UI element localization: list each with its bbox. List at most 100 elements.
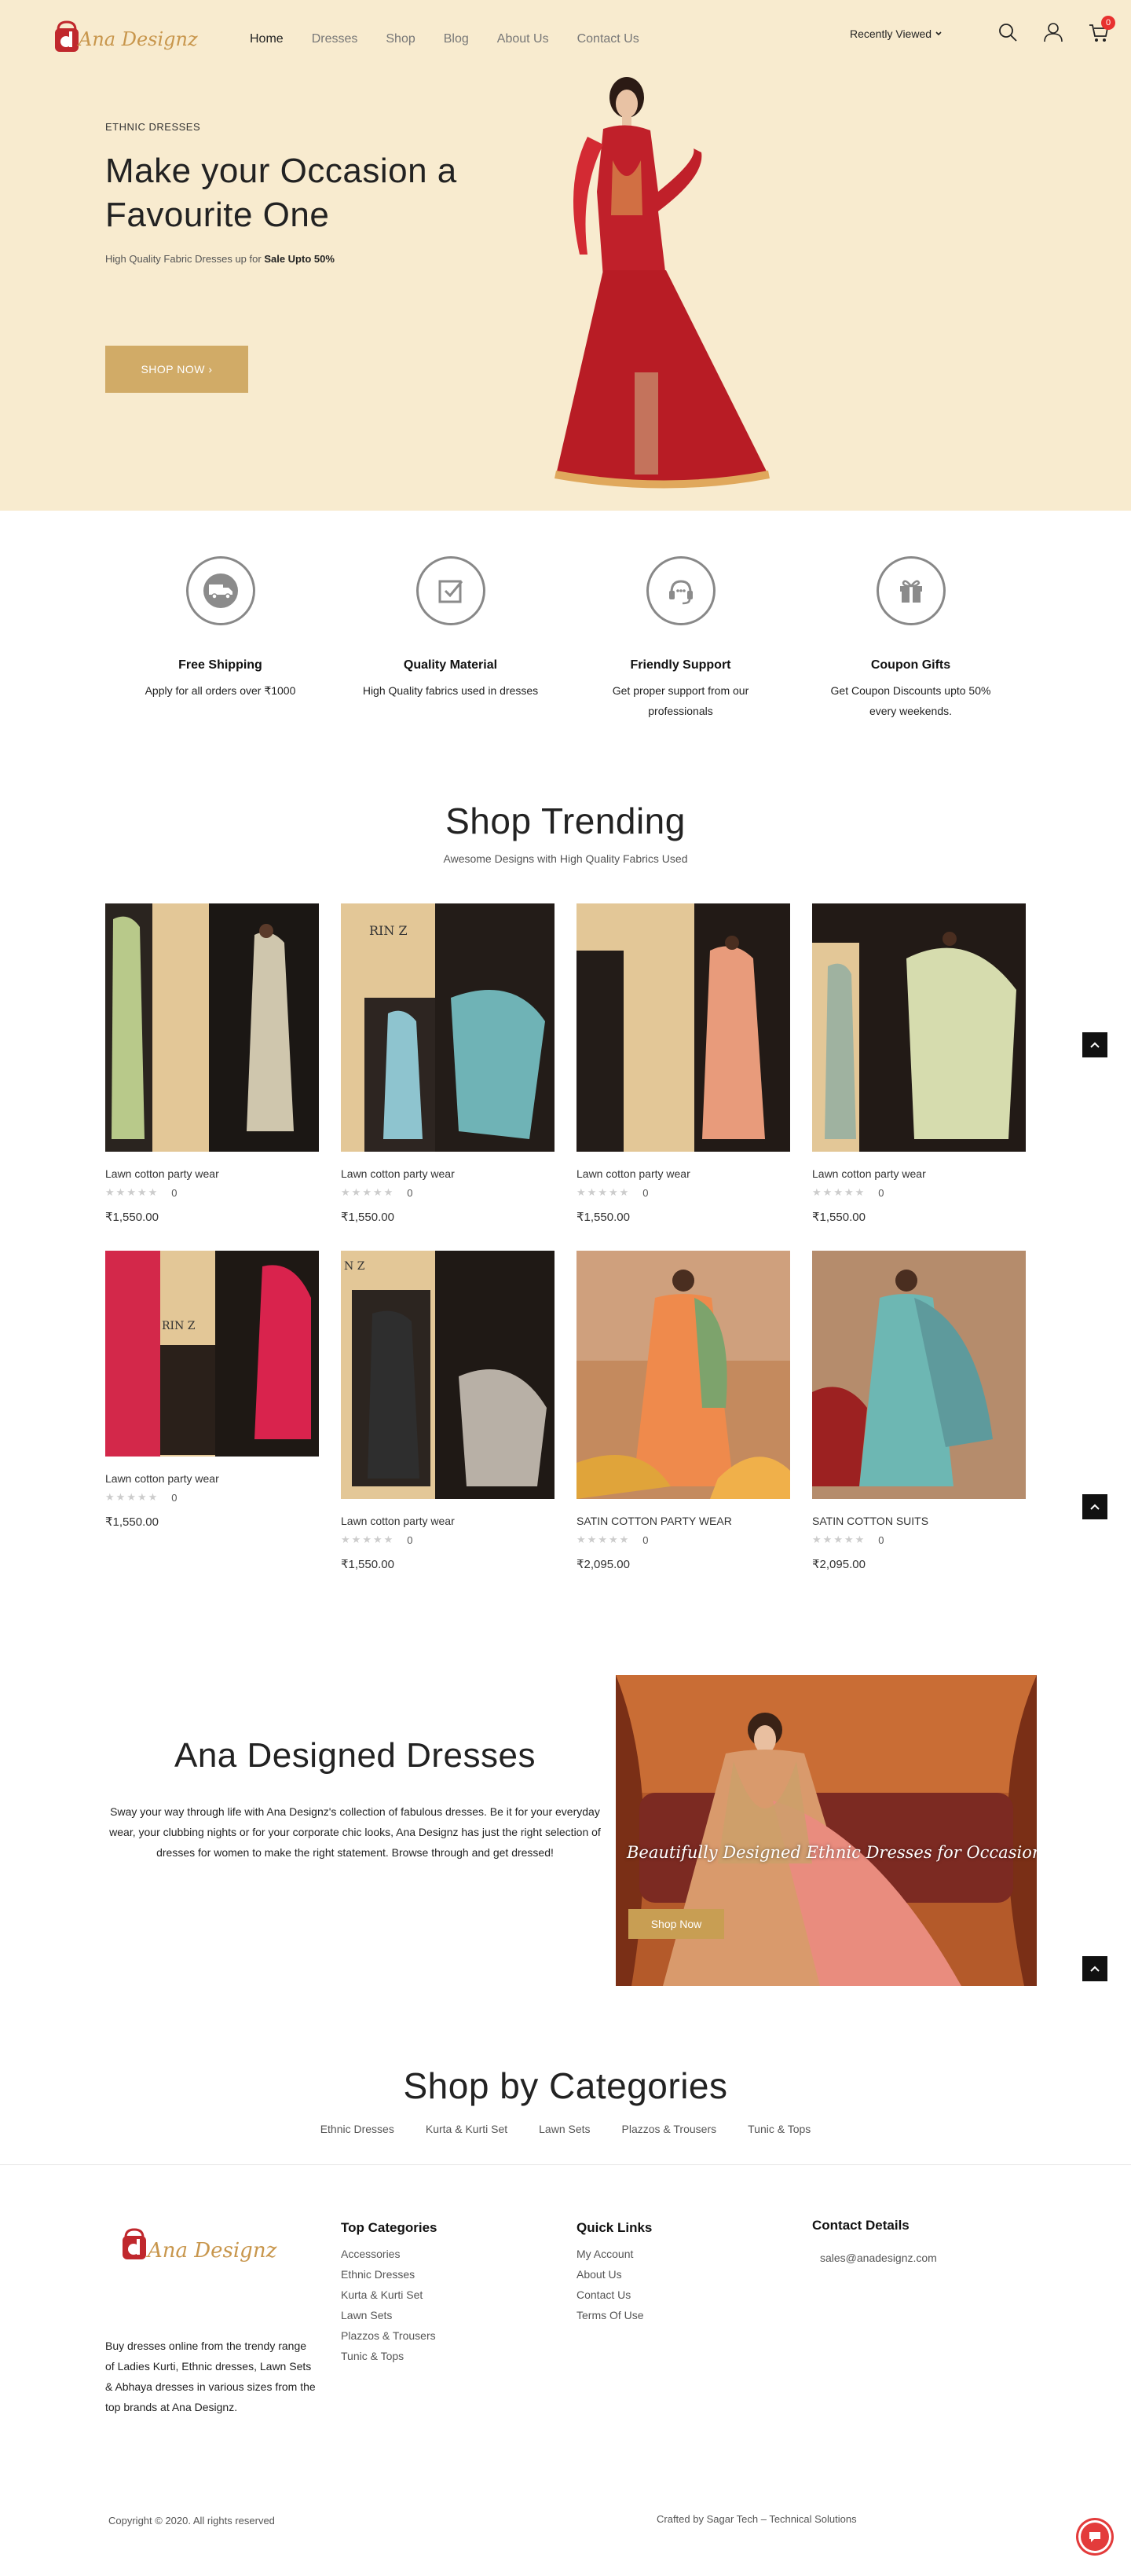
review-count: 0 — [878, 1186, 884, 1199]
category-links: Ethnic Dresses Kurta & Kurti Set Lawn Se… — [0, 2123, 1131, 2135]
nav-about-us[interactable]: About Us — [497, 32, 549, 46]
product-card[interactable]: N Z Lawn cotton party wear ★ ★ ★ ★ ★ 0 ₹1,550… — [341, 1251, 555, 1571]
scroll-to-top-button[interactable] — [1082, 1032, 1107, 1057]
product-card[interactable]: Lawn cotton party wear ★ ★ ★ ★ ★ 0 ₹1,550.00 — [105, 903, 319, 1224]
feature-free-shipping: Free Shipping Apply for all orders over … — [105, 556, 335, 729]
footer-divider — [0, 2164, 1131, 2165]
footer-link[interactable]: My Account — [576, 2244, 652, 2264]
star-icon: ★ — [822, 1534, 833, 1545]
recently-viewed-dropdown[interactable]: Recently Viewed — [850, 27, 942, 40]
product-image[interactable]: N Z — [341, 1251, 555, 1499]
footer-link[interactable]: Contact Us — [576, 2285, 652, 2305]
product-card[interactable]: Lawn cotton party wear ★ ★ ★ ★ ★ 0 ₹1,550.00 — [812, 903, 1026, 1224]
review-count: 0 — [642, 1186, 649, 1199]
review-count: 0 — [171, 1491, 178, 1504]
nav-blog[interactable]: Blog — [444, 32, 469, 46]
product-card[interactable]: Lawn cotton party wear ★ ★ ★ ★ ★ 0 ₹1,550.00 — [576, 903, 790, 1224]
product-price: ₹2,095.00 — [812, 1558, 866, 1571]
footer-logo[interactable]: Ana Designz — [118, 2223, 276, 2270]
category-ethnic-dresses[interactable]: Ethnic Dresses — [320, 2123, 394, 2135]
product-image[interactable]: RIN Z — [105, 1251, 319, 1457]
star-icon: ★ — [115, 1186, 126, 1198]
product-card[interactable]: SATIN COTTON SUITS ★ ★ ★ ★ ★ 0 ₹2,095.00 — [812, 1251, 1026, 1571]
chat-button[interactable] — [1076, 2518, 1114, 2556]
product-rating: ★ ★ ★ ★ ★ 0 — [576, 1186, 790, 1199]
product-price: ₹1,550.00 — [341, 1558, 394, 1571]
hero-section: Ana Designz Home Dresses Shop Blog About… — [0, 0, 1131, 511]
brand-logo[interactable]: Ana Designz — [50, 16, 198, 63]
banner-shop-now-button[interactable]: Shop Now — [628, 1909, 724, 1939]
contact-email-link[interactable]: sales@anadesignz.com — [820, 2252, 937, 2264]
footer-heading: Contact Details — [812, 2218, 910, 2233]
scroll-to-top-button[interactable] — [1082, 1494, 1107, 1519]
product-card[interactable]: RIN Z Lawn cotton party wear ★ ★ ★ ★ ★ 0 ₹1,5… — [105, 1251, 319, 1529]
hero-title: Make your Occasion a Favourite One — [105, 152, 457, 234]
hero-model-image — [555, 77, 770, 489]
nav-contact-us[interactable]: Contact Us — [577, 32, 639, 46]
nav-shop[interactable]: Shop — [386, 32, 415, 46]
svg-text:RIN Z: RIN Z — [162, 1320, 196, 1332]
feature-quality-material: Quality Material High Quality fabrics us… — [335, 556, 566, 729]
footer-link[interactable]: Kurta & Kurti Set — [341, 2285, 437, 2305]
product-image[interactable] — [576, 903, 790, 1152]
product-name[interactable]: Lawn cotton party wear — [105, 1472, 319, 1485]
product-name[interactable]: Lawn cotton party wear — [105, 1167, 319, 1180]
features-row: Free Shipping Apply for all orders over … — [105, 556, 1026, 729]
footer-link[interactable]: Plazzos & Trousers — [341, 2325, 437, 2346]
star-icon: ★ — [855, 1186, 865, 1198]
product-name[interactable]: Lawn cotton party wear — [812, 1167, 1026, 1180]
product-name[interactable]: Lawn cotton party wear — [341, 1167, 555, 1180]
cart-icon[interactable]: 0 — [1087, 16, 1115, 44]
star-icon: ★ — [619, 1534, 629, 1545]
svg-text:RIN Z: RIN Z — [369, 923, 408, 938]
footer-heading: Top Categories — [341, 2220, 437, 2235]
product-name[interactable]: Lawn cotton party wear — [341, 1515, 555, 1527]
promo-banner[interactable]: Beautifully Designed Ethnic Dresses for … — [616, 1675, 1037, 1986]
product-image[interactable] — [812, 903, 1026, 1152]
crafted-by-text[interactable]: Crafted by Sagar Tech – Technical Soluti… — [657, 2513, 857, 2525]
nav-home[interactable]: Home — [250, 32, 284, 46]
footer-link[interactable]: Lawn Sets — [341, 2305, 437, 2325]
header-icons: 0 — [996, 16, 1115, 44]
product-image[interactable]: RIN Z — [341, 903, 555, 1152]
feature-title: Coupon Gifts — [870, 658, 951, 672]
star-icon: ★ — [608, 1186, 618, 1198]
chevron-up-icon — [1090, 1504, 1100, 1510]
footer-link[interactable]: About Us — [576, 2264, 652, 2285]
hero-kicker: ETHNIC DRESSES — [105, 121, 201, 133]
main-nav: Home Dresses Shop Blog About Us Contact … — [250, 32, 639, 46]
site-header: Ana Designz Home Dresses Shop Blog About… — [0, 0, 1131, 79]
category-plazzos-trousers[interactable]: Plazzos & Trousers — [622, 2123, 717, 2135]
product-image[interactable] — [812, 1251, 1026, 1499]
shop-now-button[interactable]: SHOP NOW › — [105, 346, 248, 393]
star-icon: ★ — [372, 1534, 382, 1545]
product-image[interactable] — [576, 1251, 790, 1499]
star-icon: ★ — [351, 1186, 361, 1198]
product-name[interactable]: SATIN COTTON PARTY WEAR — [576, 1515, 790, 1527]
star-icon: ★ — [812, 1534, 822, 1545]
star-icon: ★ — [105, 1186, 115, 1198]
footer-link[interactable]: Tunic & Tops — [341, 2346, 437, 2366]
star-icon: ★ — [383, 1534, 393, 1545]
footer-link[interactable]: Ethnic Dresses — [341, 2264, 437, 2285]
hero-subtitle-sale: Sale Upto 50% — [264, 253, 335, 265]
search-icon[interactable] — [996, 20, 1019, 44]
footer-link[interactable]: Terms Of Use — [576, 2305, 652, 2325]
footer-heading: Quick Links — [576, 2220, 653, 2235]
feature-coupon-gifts: Coupon Gifts Get Coupon Discounts upto 5… — [796, 556, 1026, 729]
user-icon[interactable] — [1041, 20, 1065, 44]
product-image[interactable] — [105, 903, 319, 1152]
category-lawn-sets[interactable]: Lawn Sets — [539, 2123, 590, 2135]
product-card[interactable]: RIN Z Lawn cotton party wear ★ ★ ★ ★ ★ 0 ₹1,5… — [341, 903, 555, 1224]
product-name[interactable]: Lawn cotton party wear — [576, 1167, 790, 1180]
footer-link[interactable]: Accessories — [341, 2244, 437, 2264]
banner-image — [616, 1675, 1037, 1986]
product-name[interactable]: SATIN COTTON SUITS — [812, 1515, 1026, 1527]
scroll-to-top-button[interactable] — [1082, 1956, 1107, 1981]
footer-top-categories: Top Categories Accessories Ethnic Dresse… — [341, 2220, 437, 2366]
product-card[interactable]: SATIN COTTON PARTY WEAR ★ ★ ★ ★ ★ 0 ₹2,095.00 — [576, 1251, 790, 1571]
category-kurta-kurti-set[interactable]: Kurta & Kurti Set — [426, 2123, 507, 2135]
nav-dresses[interactable]: Dresses — [312, 32, 358, 46]
category-tunic-tops[interactable]: Tunic & Tops — [748, 2123, 811, 2135]
about-text: Sway your way through life with Ana Desi… — [109, 1805, 601, 1859]
